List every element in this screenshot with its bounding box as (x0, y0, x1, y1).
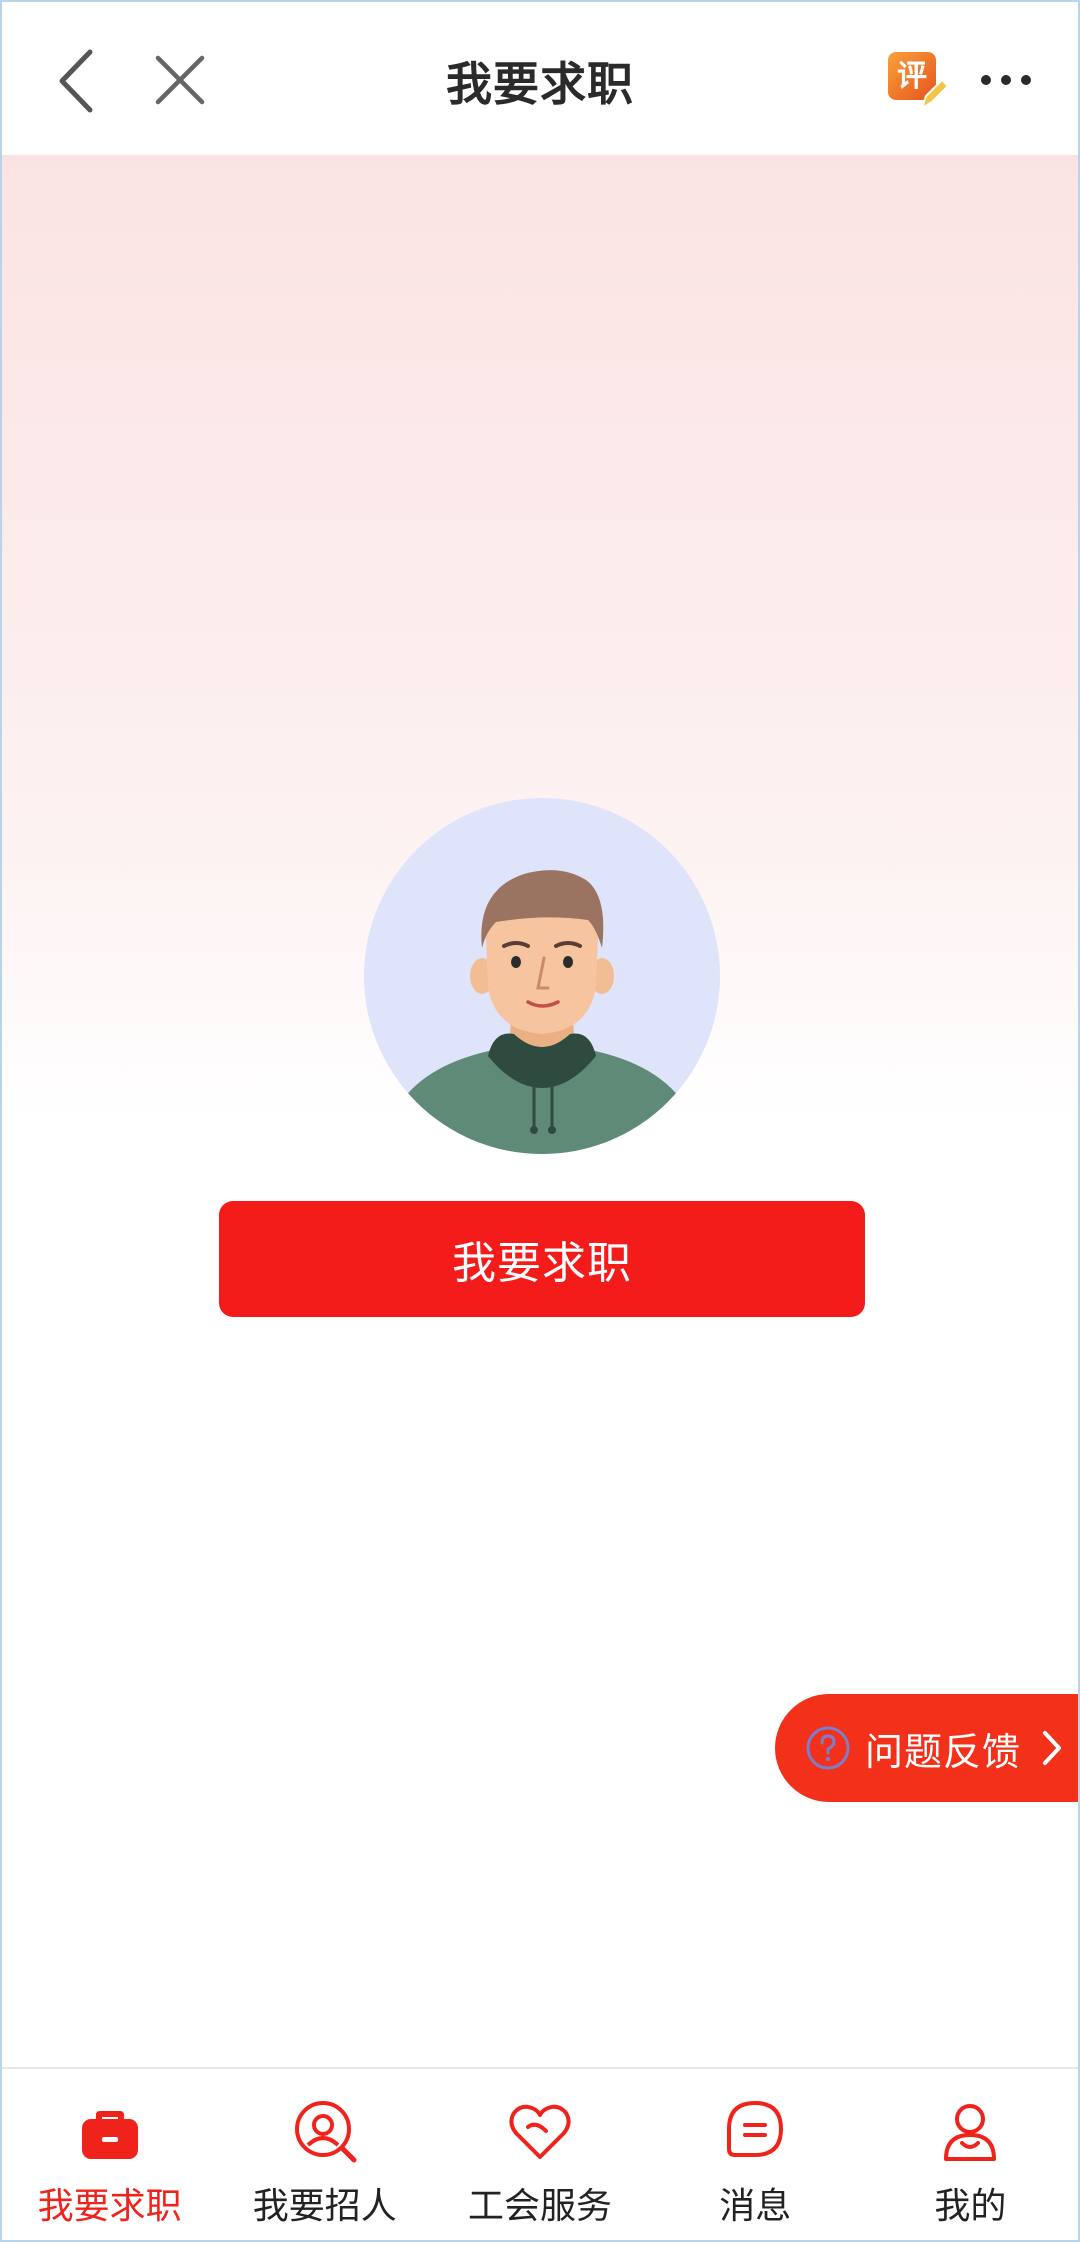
feedback-label: 问题反馈 (865, 1729, 1022, 1774)
review-badge-text: 评 (897, 59, 927, 94)
male-avatar-illustration (390, 870, 694, 1154)
tab-profile[interactable]: 我的 (863, 2069, 1078, 2240)
review-icon: 评 (888, 52, 950, 111)
review-button[interactable]: 评 (886, 50, 950, 112)
top-navigation-bar: 我要求职 评 (2, 2, 1078, 155)
tab-label: 我要招人 (252, 2186, 397, 2227)
feedback-button[interactable]: 问题反馈 (775, 1694, 1078, 1802)
apply-job-button[interactable]: 我要求职 (219, 1201, 865, 1317)
heart-icon (509, 2104, 571, 2159)
more-horizontal-icon[interactable] (980, 68, 1032, 92)
tab-recruit[interactable]: 我要招人 (217, 2069, 432, 2240)
tab-union-services[interactable]: 工会服务 (432, 2069, 647, 2240)
tab-label: 我要求职 (37, 2186, 182, 2227)
main-content: 我要求职 问题反馈 (2, 155, 1078, 2067)
user-icon (944, 2104, 997, 2161)
tab-label: 消息 (719, 2186, 792, 2227)
chevron-right-icon (1043, 1731, 1062, 1765)
question-circle-icon (806, 1726, 850, 1770)
tab-job-seeking[interactable]: 我要求职 (2, 2069, 217, 2240)
avatar (364, 798, 720, 1154)
tab-label: 工会服务 (468, 2186, 613, 2227)
app-screen: 我要求职 评 我要求职 问题反馈 我要求职 我要招人 工会服务 消息 我的 (0, 0, 1080, 2242)
tab-label: 我的 (934, 2186, 1007, 2227)
message-icon (727, 2101, 784, 2157)
briefcase-icon (81, 2111, 138, 2159)
bottom-tab-bar: 我要求职 我要招人 工会服务 消息 我的 (2, 2067, 1078, 2240)
search-person-icon (294, 2101, 357, 2163)
tab-messages[interactable]: 消息 (648, 2069, 863, 2240)
